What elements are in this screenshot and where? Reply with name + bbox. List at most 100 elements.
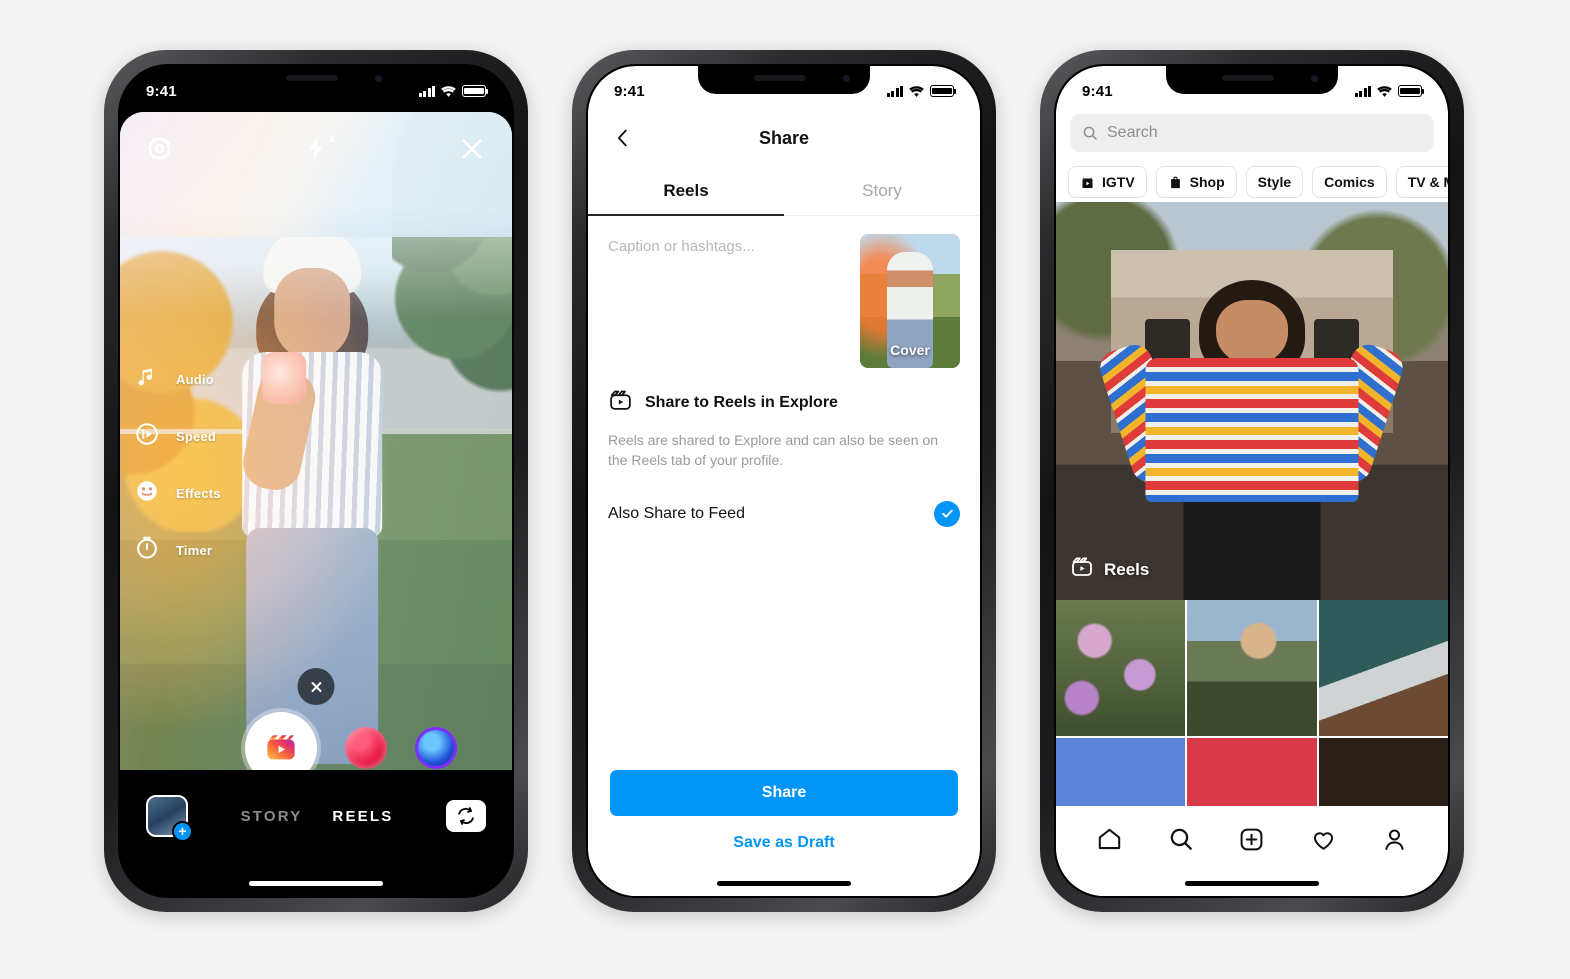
phone-body: Search IGTV Shop Style Comics TV & Reels… bbox=[1054, 64, 1450, 898]
flash-off-icon[interactable]: x bbox=[305, 133, 335, 167]
front-camera bbox=[1311, 75, 1318, 82]
effect-bubble-hearts[interactable] bbox=[345, 727, 387, 769]
wifi-icon bbox=[441, 85, 456, 97]
tool-effects[interactable]: Effects bbox=[134, 478, 221, 509]
front-camera bbox=[843, 75, 850, 82]
camera-viewport[interactable]: x Audio Speed Effects Timer bbox=[120, 112, 512, 802]
cellular-bars-icon bbox=[1354, 85, 1371, 97]
grid-cell-flowers[interactable] bbox=[1056, 600, 1186, 736]
reels-badge: Reels bbox=[1070, 555, 1149, 584]
reels-clapper-icon bbox=[252, 719, 310, 777]
flip-camera-icon bbox=[458, 807, 474, 825]
tool-timer[interactable]: Timer bbox=[134, 535, 221, 566]
chip-tv-and-movies[interactable]: TV & Movies bbox=[1395, 166, 1448, 198]
subject-striped-shirt bbox=[1145, 358, 1359, 503]
share-to-explore-block: Share to Reels in Explore Reels are shar… bbox=[588, 388, 980, 527]
search-icon bbox=[1170, 828, 1192, 850]
mode-story[interactable]: STORY bbox=[241, 808, 303, 825]
status-time: 9:41 bbox=[614, 82, 645, 100]
grid-cell-skateboard[interactable] bbox=[1318, 600, 1448, 736]
clear-clip-button[interactable] bbox=[297, 668, 335, 705]
igtv-icon bbox=[1082, 176, 1093, 188]
category-chips[interactable]: IGTV Shop Style Comics TV & bbox=[1056, 162, 1448, 202]
phone-mockup-explore: Search IGTV Shop Style Comics TV & Reels… bbox=[1040, 50, 1464, 912]
search-input[interactable]: Search bbox=[1070, 114, 1434, 152]
share-tabs: Reels Story bbox=[588, 166, 980, 216]
device-notch bbox=[230, 66, 402, 94]
tool-speed[interactable]: Speed bbox=[134, 421, 221, 452]
camera-tool-rail: Audio Speed Effects Timer bbox=[134, 364, 221, 566]
tool-speed-label: Speed bbox=[176, 429, 217, 444]
share-screen: Share Reels Story Caption or hashtags...… bbox=[588, 66, 980, 896]
save-as-draft-button[interactable]: Save as Draft bbox=[610, 834, 958, 852]
gallery-thumbnail[interactable]: + bbox=[146, 795, 193, 842]
person-icon bbox=[1385, 828, 1404, 850]
cellular-bars-icon bbox=[886, 85, 903, 97]
mode-reels[interactable]: REELS bbox=[332, 808, 393, 825]
cover-thumbnail[interactable]: Cover bbox=[860, 234, 960, 368]
explore-content: Reels bbox=[1056, 202, 1448, 806]
explore-screen: Search IGTV Shop Style Comics TV & Reels… bbox=[1056, 66, 1448, 896]
tab-home[interactable] bbox=[1093, 822, 1127, 856]
speed-icon bbox=[134, 421, 160, 452]
cover-label: Cover bbox=[890, 342, 930, 358]
tool-audio[interactable]: Audio bbox=[134, 364, 221, 395]
front-camera bbox=[375, 75, 382, 82]
flash-off-x: x bbox=[328, 133, 335, 145]
grid-cell-hands-sky[interactable] bbox=[1056, 738, 1186, 806]
home-icon bbox=[1098, 828, 1121, 849]
tab-search[interactable] bbox=[1164, 822, 1198, 856]
status-icons bbox=[886, 79, 957, 98]
grid-cell-portrait[interactable] bbox=[1318, 738, 1448, 806]
grid-cell-family-tree[interactable] bbox=[1187, 600, 1317, 736]
phone-body: Share Reels Story Caption or hashtags...… bbox=[586, 64, 982, 898]
share-button[interactable]: Share bbox=[610, 770, 958, 816]
status-time: 9:41 bbox=[1082, 82, 1113, 100]
featured-subject bbox=[1096, 274, 1408, 600]
explore-grid bbox=[1056, 600, 1448, 806]
chip-style[interactable]: Style bbox=[1245, 166, 1304, 198]
tab-profile[interactable] bbox=[1377, 822, 1411, 856]
also-share-to-feed-row[interactable]: Also Share to Feed bbox=[608, 500, 960, 527]
chevron-left-icon bbox=[617, 129, 627, 147]
chip-igtv[interactable]: IGTV bbox=[1068, 166, 1147, 198]
tab-create[interactable] bbox=[1235, 822, 1269, 856]
wifi-icon bbox=[909, 85, 924, 97]
flip-camera-button[interactable] bbox=[446, 800, 486, 832]
camera-screen: x Audio Speed Effects Timer + STORY REEL… bbox=[120, 66, 512, 896]
shopping-bag-icon bbox=[1170, 176, 1180, 188]
home-indicator bbox=[249, 881, 383, 886]
phone-mockup-share: Share Reels Story Caption or hashtags...… bbox=[572, 50, 996, 912]
tab-reels[interactable]: Reels bbox=[588, 166, 784, 215]
search-icon bbox=[1083, 126, 1097, 140]
check-circle-icon[interactable] bbox=[934, 500, 960, 527]
tool-timer-label: Timer bbox=[176, 543, 213, 558]
screenshot-stage: x Audio Speed Effects Timer + STORY REEL… bbox=[0, 0, 1570, 979]
close-icon[interactable] bbox=[458, 135, 486, 168]
effect-bubble-orb[interactable] bbox=[415, 727, 457, 769]
tool-audio-label: Audio bbox=[176, 372, 214, 387]
featured-reel-card[interactable]: Reels bbox=[1056, 202, 1448, 600]
caption-input[interactable]: Caption or hashtags... bbox=[608, 234, 860, 376]
tab-activity[interactable] bbox=[1306, 822, 1340, 856]
back-button[interactable] bbox=[608, 123, 638, 153]
heart-icon bbox=[1313, 831, 1333, 850]
share-navbar: Share bbox=[588, 110, 980, 166]
tab-story[interactable]: Story bbox=[784, 166, 980, 215]
chip-shop[interactable]: Shop bbox=[1155, 166, 1237, 198]
explore-title: Share to Reels in Explore bbox=[645, 394, 838, 411]
settings-gear-icon[interactable] bbox=[146, 135, 173, 167]
camera-bottom-bar: + STORY REELS bbox=[120, 770, 512, 896]
earpiece-speaker bbox=[1221, 75, 1274, 81]
status-time: 9:41 bbox=[146, 82, 177, 100]
battery-icon bbox=[1398, 85, 1425, 97]
phone-body: x Audio Speed Effects Timer + STORY REEL… bbox=[118, 64, 514, 898]
chip-tv-and-movies-label: TV & Movies bbox=[1407, 174, 1448, 190]
close-icon bbox=[311, 681, 321, 692]
battery-icon bbox=[930, 85, 957, 97]
wifi-icon bbox=[1377, 85, 1392, 97]
camera-mode-tabs: STORY REELS bbox=[241, 808, 394, 825]
device-notch bbox=[1166, 66, 1338, 94]
chip-comics[interactable]: Comics bbox=[1312, 166, 1387, 198]
grid-cell-red-jacket[interactable] bbox=[1187, 738, 1317, 806]
